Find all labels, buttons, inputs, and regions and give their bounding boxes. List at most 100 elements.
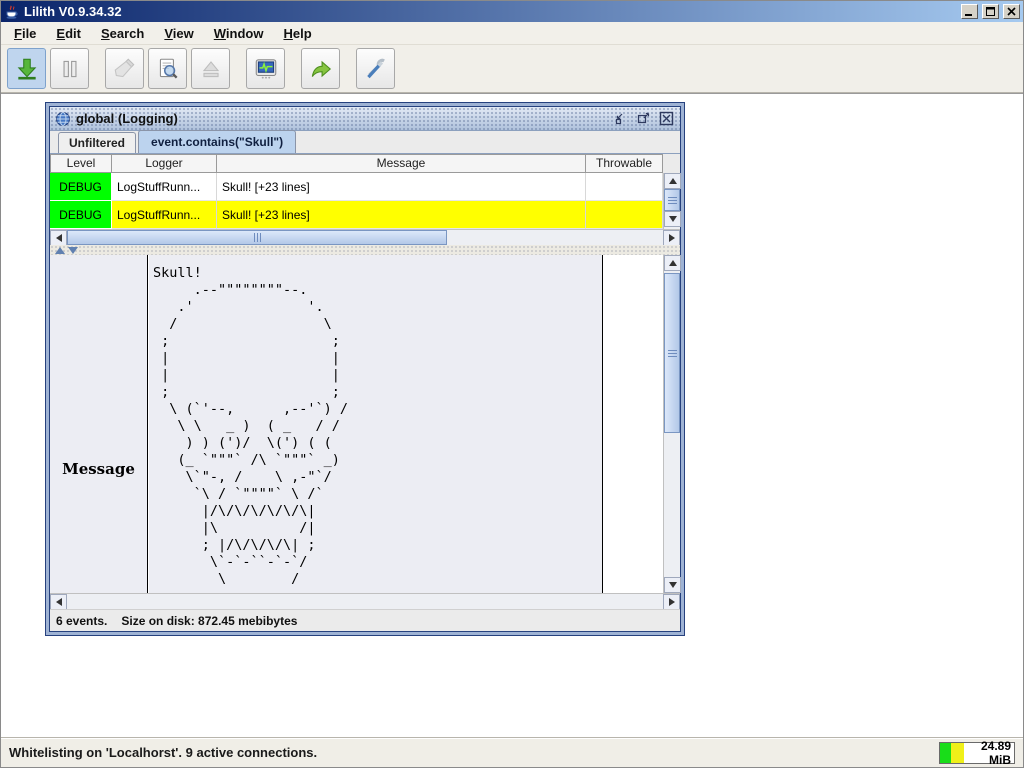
collapse-up-icon[interactable] — [55, 247, 65, 254]
scroll-right-button[interactable] — [663, 230, 680, 246]
ascii-art-message: Skull! .--""""""""--. .' '. / \ ; ; | | … — [153, 265, 348, 588]
pause-icon — [57, 56, 83, 82]
close-button[interactable] — [1003, 4, 1020, 19]
event-detail-pane: Message Skull! .--""""""""--. .' '. / \ … — [50, 255, 680, 593]
go-button[interactable] — [301, 48, 340, 89]
disconnect-button[interactable] — [191, 48, 230, 89]
log-view-frame: global (Logging) — [45, 102, 685, 636]
scroll-right-button[interactable] — [663, 594, 680, 610]
find-button[interactable] — [148, 48, 187, 89]
globe-icon — [55, 111, 71, 127]
minimize-button[interactable] — [961, 4, 978, 19]
menu-edit[interactable]: Edit — [47, 24, 90, 43]
menu-view[interactable]: View — [155, 24, 202, 43]
preferences-button[interactable] — [356, 48, 395, 89]
maximize-icon — [986, 7, 995, 16]
table-horizontal-scrollbar[interactable] — [50, 229, 680, 245]
memory-indicator[interactable]: 24.89 MiB — [939, 742, 1015, 764]
tail-button[interactable] — [7, 48, 46, 89]
table-row-selected[interactable]: DEBUG LogStuffRunn... Skull! [+23 lines] — [50, 201, 663, 229]
collapse-down-icon[interactable] — [68, 247, 78, 254]
logger-cell[interactable]: LogStuffRunn... — [112, 201, 217, 229]
scroll-down-button[interactable] — [664, 211, 681, 227]
split-pane-divider[interactable] — [50, 245, 680, 255]
menu-window[interactable]: Window — [205, 24, 273, 43]
table-header: Level Logger Message Throwable — [50, 154, 680, 173]
left-arrow-icon — [56, 598, 62, 606]
tab-unfiltered[interactable]: Unfiltered — [58, 132, 136, 153]
tabbar: Unfiltered event.contains("Skull") — [50, 131, 680, 154]
desktop-pane: global (Logging) — [1, 93, 1023, 737]
detail-horizontal-scrollbar[interactable] — [50, 593, 680, 609]
scroll-track[interactable] — [67, 594, 663, 609]
scroll-up-button[interactable] — [664, 255, 681, 271]
detail-view: Message Skull! .--""""""""--. .' '. / \ … — [50, 255, 663, 593]
scroll-up-button[interactable] — [664, 173, 681, 189]
frame-close-icon — [659, 111, 674, 126]
down-arrow-icon — [669, 216, 677, 222]
column-header-throwable[interactable]: Throwable — [586, 154, 663, 173]
maximize-button[interactable] — [982, 4, 999, 19]
column-header-message[interactable]: Message — [217, 154, 586, 173]
frame-maximize-icon — [636, 111, 651, 126]
message-cell[interactable]: Skull! [+23 lines] — [217, 173, 586, 201]
frame-statusbar: 6 events. Size on disk: 872.45 mebibytes — [50, 609, 680, 631]
table-body: DEBUG LogStuffRunn... Skull! [+23 lines]… — [50, 173, 680, 229]
detail-field-header: Message — [50, 255, 148, 593]
scroll-down-button[interactable] — [664, 577, 681, 593]
throwable-cell[interactable] — [586, 173, 663, 201]
memory-text: 24.89 MiB — [964, 739, 1014, 767]
table-row[interactable]: DEBUG LogStuffRunn... Skull! [+23 lines] — [50, 173, 663, 201]
up-arrow-icon — [669, 260, 677, 266]
table-vertical-scrollbar[interactable] — [663, 173, 680, 229]
lilith-window: Lilith V0.9.34.32 File Edit Search View … — [0, 0, 1024, 768]
status-message: Whitelisting on 'Localhorst'. 9 active c… — [9, 745, 939, 760]
window-titlebar: Lilith V0.9.34.32 — [1, 1, 1023, 22]
down-arrow-icon — [669, 582, 677, 588]
menubar: File Edit Search View Window Help — [1, 22, 1023, 45]
up-arrow-icon — [669, 178, 677, 184]
preferences-tools-icon — [363, 56, 389, 82]
scrollbar-corner — [663, 154, 680, 173]
scroll-track[interactable] — [664, 433, 680, 577]
menu-file[interactable]: File — [5, 24, 45, 43]
pause-button[interactable] — [50, 48, 89, 89]
scroll-thumb[interactable] — [67, 230, 447, 245]
frame-titlebar[interactable]: global (Logging) — [50, 107, 680, 131]
toolbar — [1, 45, 1023, 93]
scroll-left-button[interactable] — [50, 594, 67, 610]
statistics-button[interactable] — [246, 48, 285, 89]
detail-vertical-scrollbar[interactable] — [663, 255, 680, 593]
right-arrow-icon — [669, 234, 675, 242]
column-header-logger[interactable]: Logger — [112, 154, 217, 173]
app-statusbar: Whitelisting on 'Localhorst'. 9 active c… — [1, 737, 1023, 767]
level-cell[interactable]: DEBUG — [50, 173, 112, 201]
menu-help[interactable]: Help — [274, 24, 320, 43]
frame-maximize-button[interactable] — [634, 110, 652, 127]
detail-message-cell: Skull! .--""""""""--. .' '. / \ ; ; | | … — [149, 255, 603, 593]
logger-cell[interactable]: LogStuffRunn... — [112, 173, 217, 201]
tab-filtered[interactable]: event.contains("Skull") — [138, 130, 296, 153]
scroll-left-button[interactable] — [50, 230, 67, 246]
close-icon — [1007, 7, 1016, 16]
scroll-thumb[interactable] — [664, 189, 680, 211]
frame-title: global (Logging) — [76, 111, 606, 126]
throwable-cell[interactable] — [586, 201, 663, 229]
frame-close-button[interactable] — [657, 110, 675, 127]
disk-size: Size on disk: 872.45 mebibytes — [121, 614, 297, 628]
scroll-thumb[interactable] — [664, 273, 680, 433]
clean-button[interactable] — [105, 48, 144, 89]
memory-usage-bar — [940, 743, 964, 763]
go-arrow-icon — [308, 56, 334, 82]
detail-field-label: Message — [50, 460, 147, 478]
statistics-monitor-icon — [253, 56, 279, 82]
disconnect-eject-icon — [198, 56, 224, 82]
column-header-level[interactable]: Level — [50, 154, 112, 173]
scroll-track[interactable] — [447, 230, 663, 245]
frame-minimize-button[interactable] — [611, 110, 629, 127]
minimize-icon — [965, 7, 974, 16]
message-cell[interactable]: Skull! [+23 lines] — [217, 201, 586, 229]
level-cell[interactable]: DEBUG — [50, 201, 112, 229]
menu-search[interactable]: Search — [92, 24, 153, 43]
clean-broom-icon — [112, 56, 138, 82]
